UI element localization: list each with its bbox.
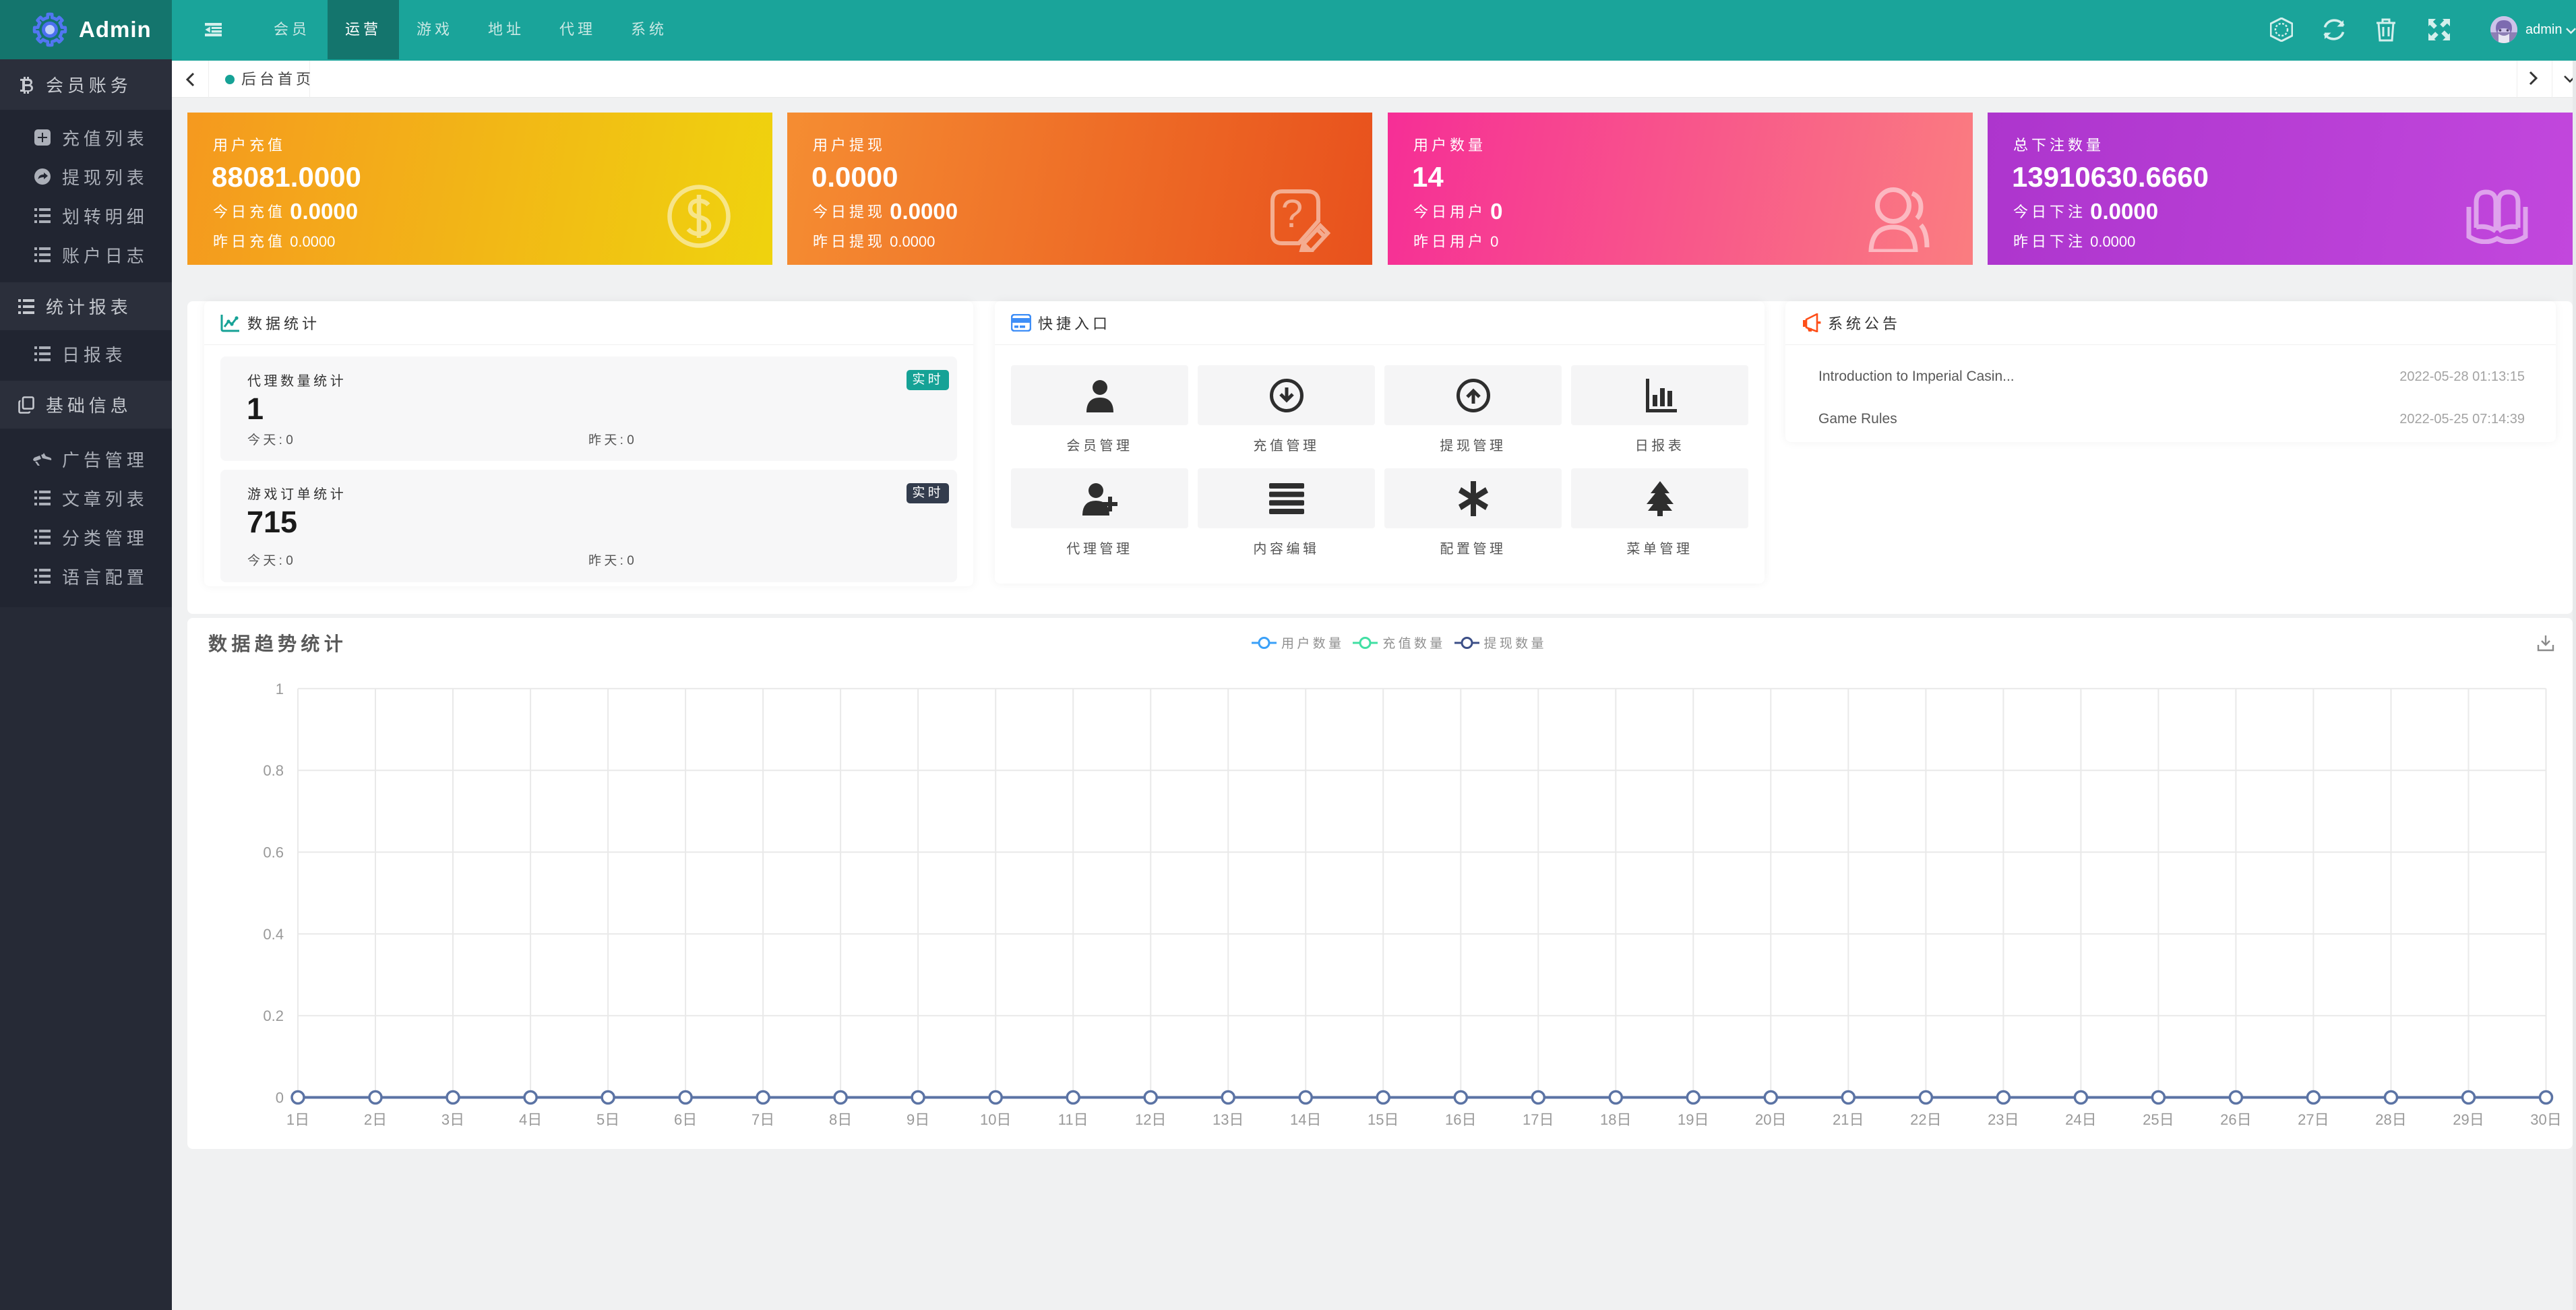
svg-text:10日: 10日 <box>980 1111 1011 1128</box>
svg-text:11日: 11日 <box>1058 1111 1088 1128</box>
svg-text:3日: 3日 <box>441 1111 464 1128</box>
svg-text:16日: 16日 <box>1445 1111 1476 1128</box>
svg-text:4日: 4日 <box>519 1111 542 1128</box>
svg-text:25日: 25日 <box>2143 1111 2174 1128</box>
svg-text:5日: 5日 <box>596 1111 619 1128</box>
svg-text:0.4: 0.4 <box>263 926 284 943</box>
svg-text:28日: 28日 <box>2375 1111 2406 1128</box>
svg-text:21日: 21日 <box>1833 1111 1864 1128</box>
svg-text:0.8: 0.8 <box>263 762 284 779</box>
svg-text:?: ? <box>1281 192 1303 236</box>
svg-text:23日: 23日 <box>1988 1111 2019 1128</box>
svg-text:0.2: 0.2 <box>263 1007 284 1024</box>
svg-text:18日: 18日 <box>1600 1111 1631 1128</box>
svg-text:17日: 17日 <box>1523 1111 1554 1128</box>
svg-text:26日: 26日 <box>2220 1111 2251 1128</box>
svg-text:27日: 27日 <box>2298 1111 2329 1128</box>
svg-text:9日: 9日 <box>907 1111 929 1128</box>
svg-text:24日: 24日 <box>2065 1111 2096 1128</box>
svg-text:29日: 29日 <box>2453 1111 2484 1128</box>
svg-text:1: 1 <box>276 681 284 697</box>
svg-text:1日: 1日 <box>286 1111 309 1128</box>
svg-text:19日: 19日 <box>1678 1111 1709 1128</box>
svg-text:13日: 13日 <box>1213 1111 1244 1128</box>
svg-text:20日: 20日 <box>1755 1111 1786 1128</box>
svg-text:22日: 22日 <box>1910 1111 1941 1128</box>
svg-text:0.6: 0.6 <box>263 844 284 861</box>
svg-text:30日: 30日 <box>2530 1111 2561 1128</box>
svg-text:12日: 12日 <box>1135 1111 1166 1128</box>
svg-text:15日: 15日 <box>1368 1111 1399 1128</box>
svg-text:8日: 8日 <box>829 1111 852 1128</box>
svg-text:6日: 6日 <box>674 1111 697 1128</box>
svg-text:2日: 2日 <box>364 1111 387 1128</box>
svg-text:7日: 7日 <box>752 1111 774 1128</box>
svg-text:14日: 14日 <box>1290 1111 1321 1128</box>
svg-text:0: 0 <box>276 1090 284 1106</box>
